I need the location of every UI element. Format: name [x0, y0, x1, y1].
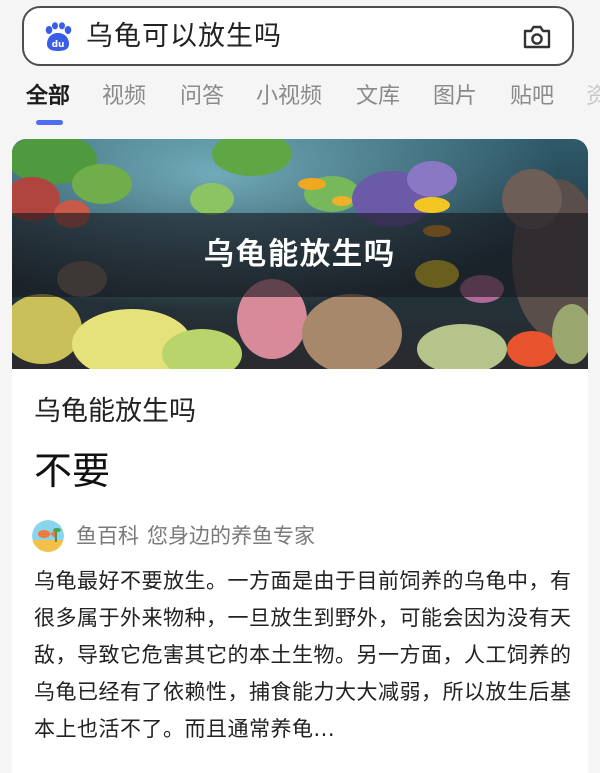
tab-qa[interactable]: 问答 — [180, 80, 224, 114]
search-results-page: du 乌龟可以放生吗 全部 视频 问答 小视频 文库 图片 贴吧 资 乌龟能放生… — [0, 0, 600, 773]
search-input[interactable]: 乌龟可以放生吗 — [86, 20, 282, 54]
tab-images[interactable]: 图片 — [433, 80, 477, 114]
active-tab-indicator — [36, 120, 63, 125]
search-bar[interactable]: du 乌龟可以放生吗 — [22, 6, 574, 66]
source-name[interactable]: 鱼百科 — [76, 521, 139, 551]
result-subtitle: 乌龟能放生吗 — [34, 396, 196, 427]
result-card[interactable]: 乌龟能放生吗 乌龟能放生吗 不要 鱼百科 您身边的养鱼专家 乌龟最好不要放生。一… — [12, 139, 588, 773]
result-abstract[interactable]: 乌龟最好不要放生。一方面是由于目前饲养的乌龟中，有很多属于外来物种，一旦放生到野… — [34, 563, 574, 748]
source-description: 您身边的养鱼专家 — [147, 524, 315, 548]
source-avatar-icon — [32, 520, 64, 552]
tab-all[interactable]: 全部 — [26, 80, 70, 114]
source-info[interactable]: 鱼百科 您身边的养鱼专家 — [32, 519, 315, 553]
svg-text:du: du — [52, 40, 65, 50]
tab-bar: 全部 视频 问答 小视频 文库 图片 贴吧 资 — [0, 80, 600, 120]
answer-text: 不要 — [34, 449, 111, 493]
baidu-paw-logo-icon[interactable]: du — [42, 22, 74, 52]
tab-library[interactable]: 文库 — [356, 80, 400, 114]
hero-image[interactable]: 乌龟能放生吗 — [12, 139, 588, 369]
hero-title: 乌龟能放生吗 — [204, 237, 396, 272]
tab-tieba[interactable]: 贴吧 — [510, 80, 554, 114]
tab-more[interactable]: 资 — [586, 80, 600, 114]
tab-short-video[interactable]: 小视频 — [256, 80, 322, 114]
camera-icon[interactable] — [522, 24, 552, 50]
tab-video[interactable]: 视频 — [102, 80, 146, 114]
